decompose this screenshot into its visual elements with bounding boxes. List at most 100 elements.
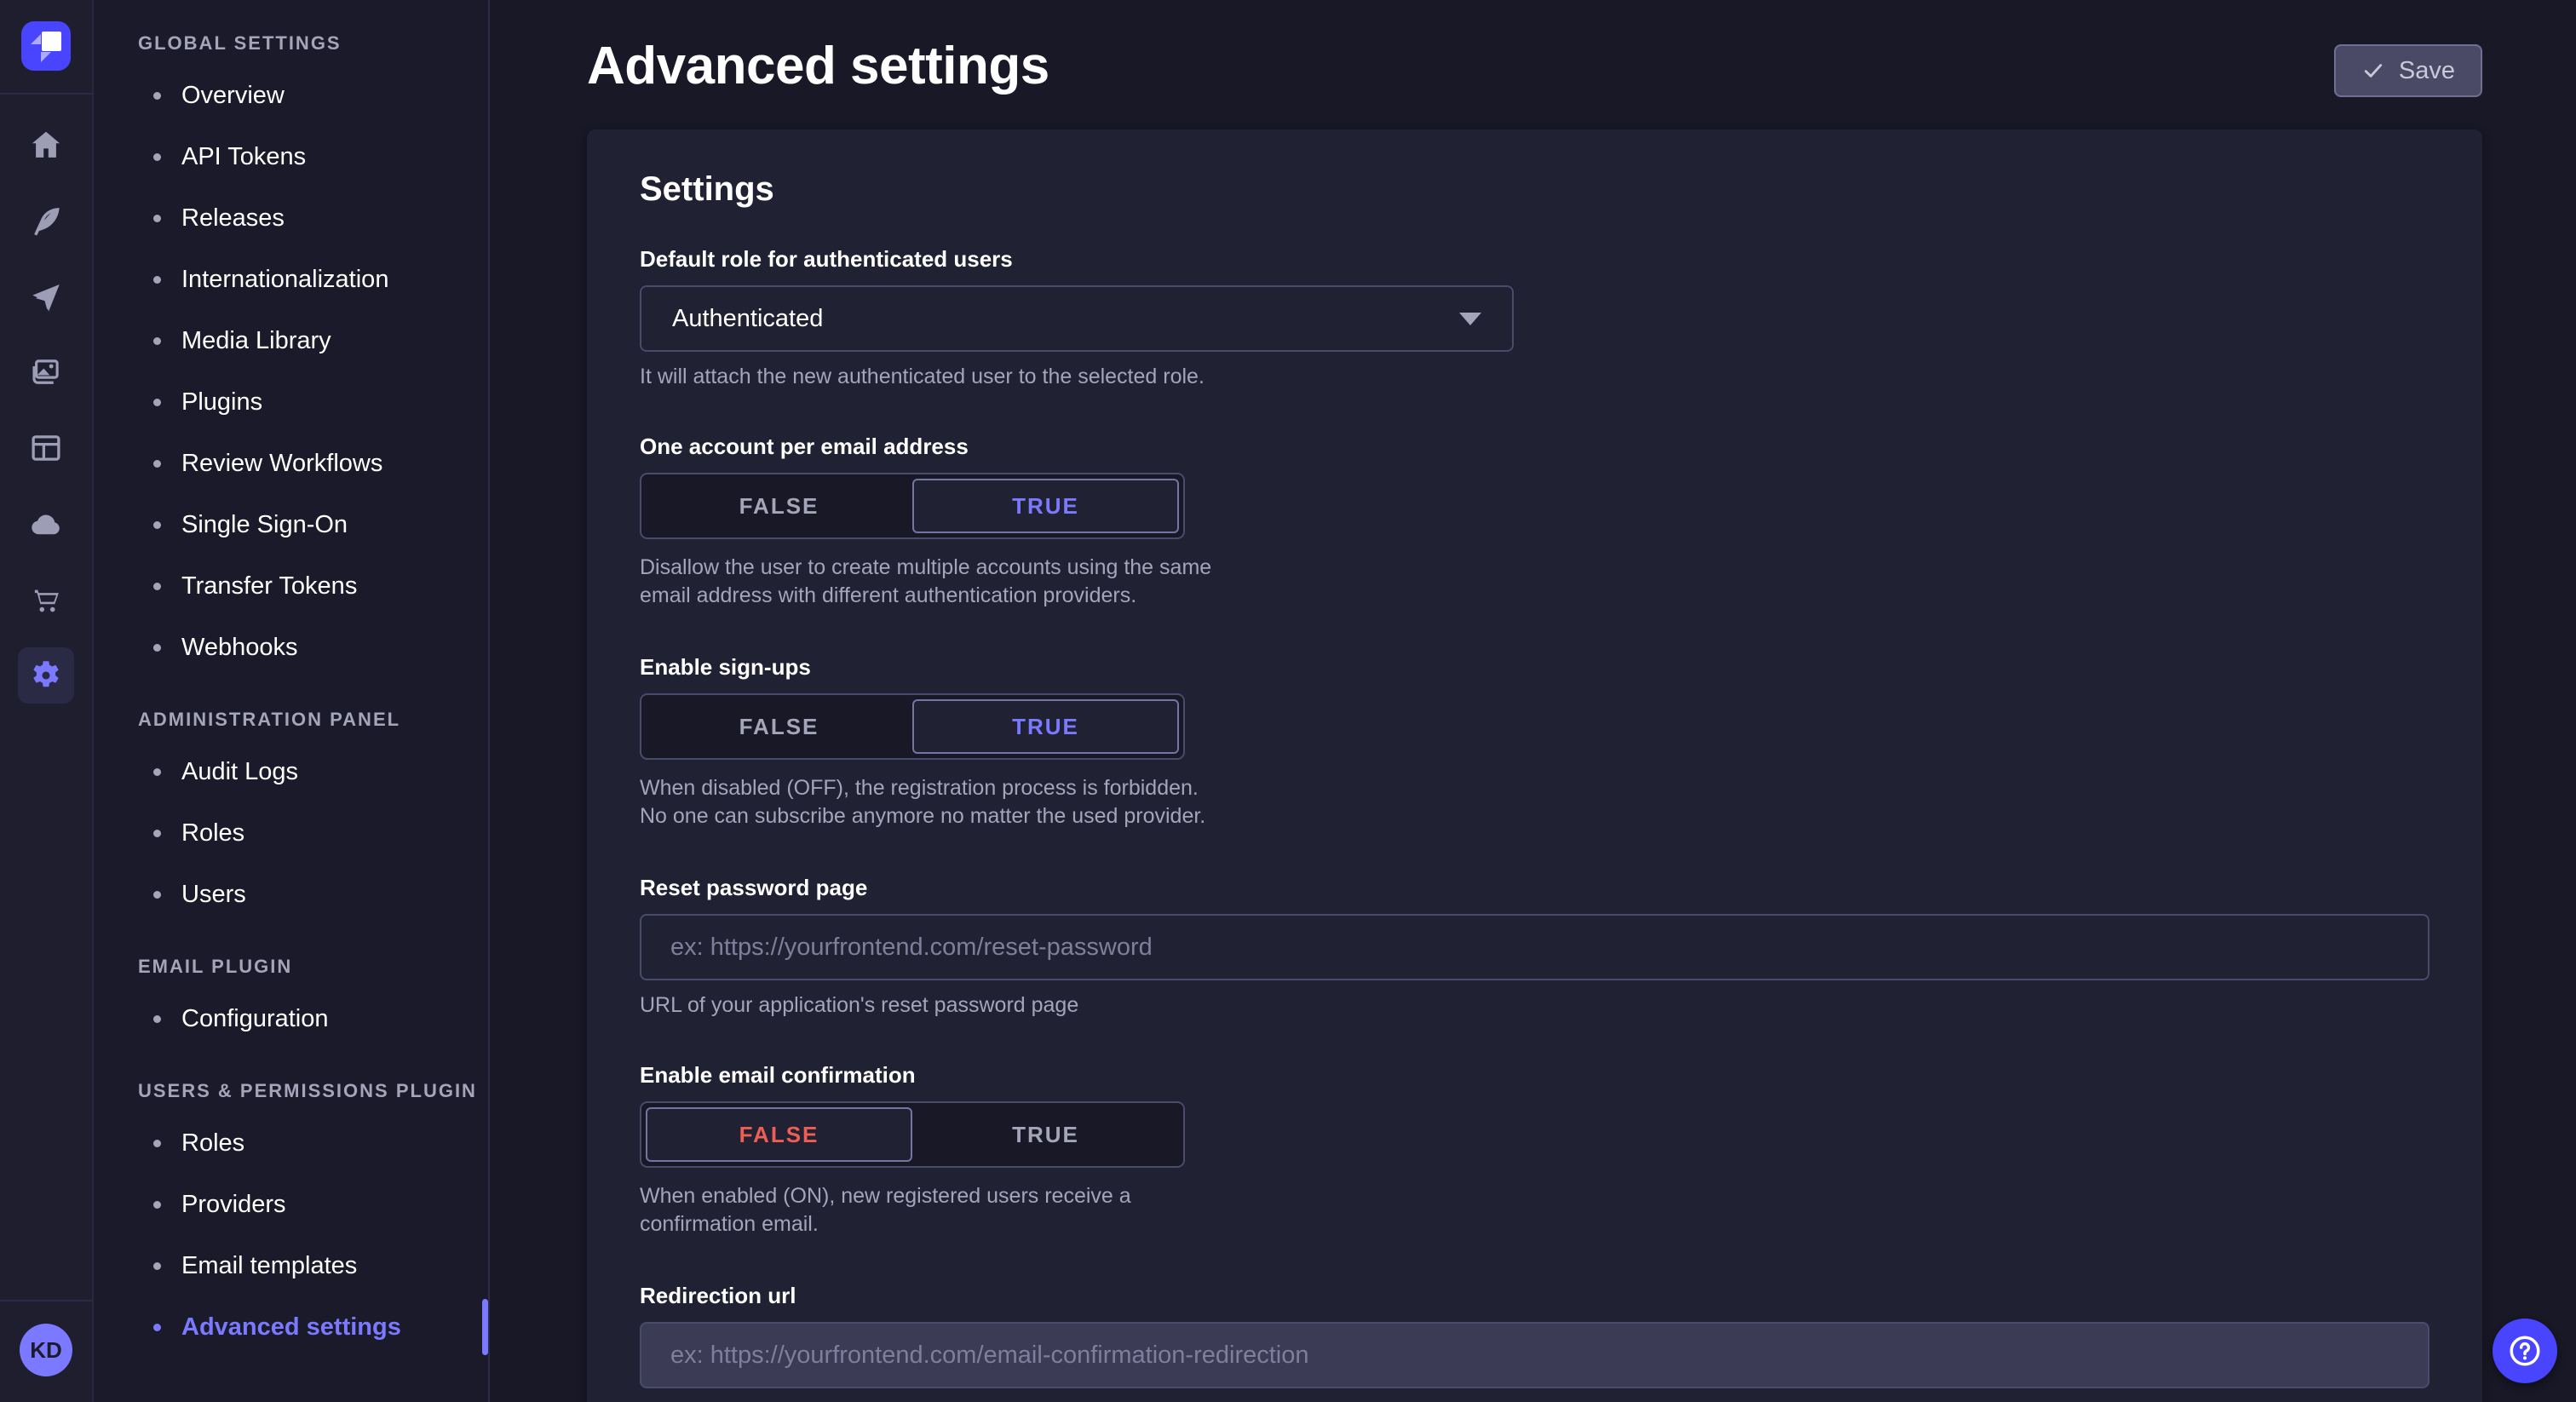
gear-icon (28, 658, 64, 693)
bullet-icon (153, 891, 161, 899)
user-avatar[interactable]: KD (20, 1324, 72, 1376)
field-email-confirmation: Enable email confirmation FALSE TRUE Whe… (640, 1062, 2429, 1238)
sidebar-item-plugins[interactable]: Plugins (138, 371, 488, 433)
page-header: Advanced settings Save (490, 0, 2576, 97)
bullet-icon (153, 521, 161, 529)
icon-rail: KD (0, 0, 94, 1402)
bullet-icon (153, 1324, 161, 1331)
email-confirmation-false-option[interactable]: FALSE (646, 1107, 912, 1162)
sidebar-item-audit-logs[interactable]: Audit Logs (138, 741, 488, 802)
one-account-true-option[interactable]: TRUE (912, 479, 1179, 533)
default-role-selected-value: Authenticated (672, 305, 823, 333)
bullet-icon (153, 768, 161, 776)
enable-signups-label: Enable sign-ups (640, 654, 2429, 681)
redirection-url-input[interactable] (640, 1322, 2429, 1388)
sidebar-item-admin-roles[interactable]: Roles (138, 802, 488, 864)
rail-bottom: KD (0, 1300, 92, 1402)
bullet-icon (153, 153, 161, 161)
one-account-description: Disallow the user to create multiple acc… (640, 554, 1228, 610)
check-icon (2361, 59, 2385, 83)
section-users-permissions-plugin: USERS & PERMISSIONS PLUGIN (138, 1080, 488, 1102)
reset-password-hint: URL of your application's reset password… (640, 993, 2429, 1018)
field-redirection-url: Redirection url (640, 1283, 2429, 1388)
bullet-icon (153, 830, 161, 837)
sidebar-item-up-roles[interactable]: Roles (138, 1112, 488, 1174)
bullet-icon (153, 215, 161, 222)
enable-signups-toggle: FALSE TRUE (640, 693, 1185, 760)
field-enable-signups: Enable sign-ups FALSE TRUE When disabled… (640, 654, 2429, 830)
feather-icon[interactable] (28, 203, 64, 238)
settings-sidebar: GLOBAL SETTINGS Overview API Tokens Rele… (94, 0, 490, 1402)
email-confirmation-label: Enable email confirmation (640, 1062, 2429, 1089)
sidebar-item-email-configuration[interactable]: Configuration (138, 988, 488, 1049)
reset-password-input[interactable] (640, 914, 2429, 980)
bullet-icon (153, 644, 161, 652)
field-one-account: One account per email address FALSE TRUE… (640, 434, 2429, 610)
sidebar-item-transfer-tokens[interactable]: Transfer Tokens (138, 555, 488, 617)
one-account-label: One account per email address (640, 434, 2429, 460)
sidebar-item-media-library[interactable]: Media Library (138, 310, 488, 371)
sidebar-item-admin-users[interactable]: Users (138, 864, 488, 925)
enable-signups-description: When disabled (OFF), the registration pr… (640, 774, 1228, 830)
sidebar-item-providers[interactable]: Providers (138, 1174, 488, 1235)
logo-triangle-bottom (41, 52, 51, 62)
media-images-icon[interactable] (28, 354, 64, 390)
sidebar-item-releases[interactable]: Releases (138, 187, 488, 249)
field-reset-password: Reset password page URL of your applicat… (640, 875, 2429, 1018)
bullet-icon (153, 92, 161, 100)
rail-item-settings[interactable] (18, 647, 74, 704)
layout-icon[interactable] (28, 430, 64, 466)
redirection-url-label: Redirection url (640, 1283, 2429, 1309)
sidebar-item-email-templates[interactable]: Email templates (138, 1235, 488, 1296)
enable-signups-false-option[interactable]: FALSE (646, 699, 912, 754)
logo-triangle-left (31, 34, 41, 44)
bullet-icon (153, 1015, 161, 1023)
app-window: KD GLOBAL SETTINGS Overview API Tokens R… (0, 0, 2576, 1402)
chevron-down-icon (1459, 313, 1481, 325)
enable-signups-true-option[interactable]: TRUE (912, 699, 1179, 754)
rail-divider-top (0, 93, 93, 95)
active-item-indicator (482, 1299, 488, 1355)
bullet-icon (153, 1262, 161, 1270)
page-title: Advanced settings (587, 36, 1049, 96)
bullet-icon (153, 460, 161, 468)
cloud-icon[interactable] (28, 506, 64, 542)
rail-icon-list (18, 127, 74, 693)
email-confirmation-true-option[interactable]: TRUE (912, 1107, 1179, 1162)
bullet-icon (153, 337, 161, 345)
section-administration-panel: ADMINISTRATION PANEL (138, 709, 488, 731)
home-icon[interactable] (28, 127, 64, 163)
sidebar-item-overview[interactable]: Overview (138, 65, 488, 126)
one-account-toggle: FALSE TRUE (640, 473, 1185, 539)
sidebar-item-advanced-settings[interactable]: Advanced settings (138, 1296, 488, 1358)
save-button-label: Save (2399, 57, 2455, 85)
bullet-icon (153, 276, 161, 284)
bullet-icon (153, 1201, 161, 1209)
bullet-icon (153, 399, 161, 406)
sidebar-item-api-tokens[interactable]: API Tokens (138, 126, 488, 187)
email-confirmation-description: When enabled (ON), new registered users … (640, 1182, 1228, 1238)
default-role-label: Default role for authenticated users (640, 246, 2429, 273)
logo-square (42, 32, 61, 51)
cart-icon[interactable] (28, 582, 64, 618)
save-button[interactable]: Save (2334, 44, 2482, 97)
card-heading: Settings (640, 170, 2429, 209)
settings-card: Settings Default role for authenticated … (587, 129, 2482, 1402)
bullet-icon (153, 1140, 161, 1147)
main-content: Advanced settings Save Settings Default … (490, 0, 2576, 1402)
sidebar-item-webhooks[interactable]: Webhooks (138, 617, 488, 678)
default-role-select[interactable]: Authenticated (640, 285, 1514, 352)
send-icon[interactable] (28, 279, 64, 314)
email-confirmation-toggle: FALSE TRUE (640, 1101, 1185, 1168)
question-mark-icon (2506, 1332, 2544, 1370)
sidebar-item-single-sign-on[interactable]: Single Sign-On (138, 494, 488, 555)
one-account-false-option[interactable]: FALSE (646, 479, 912, 533)
default-role-hint: It will attach the new authenticated use… (640, 365, 2429, 389)
field-default-role: Default role for authenticated users Aut… (640, 246, 2429, 389)
strapi-logo[interactable] (21, 21, 71, 71)
sidebar-item-internationalization[interactable]: Internationalization (138, 249, 488, 310)
bullet-icon (153, 583, 161, 590)
help-button[interactable] (2493, 1319, 2557, 1383)
section-global-settings: GLOBAL SETTINGS (138, 32, 488, 55)
sidebar-item-review-workflows[interactable]: Review Workflows (138, 433, 488, 494)
